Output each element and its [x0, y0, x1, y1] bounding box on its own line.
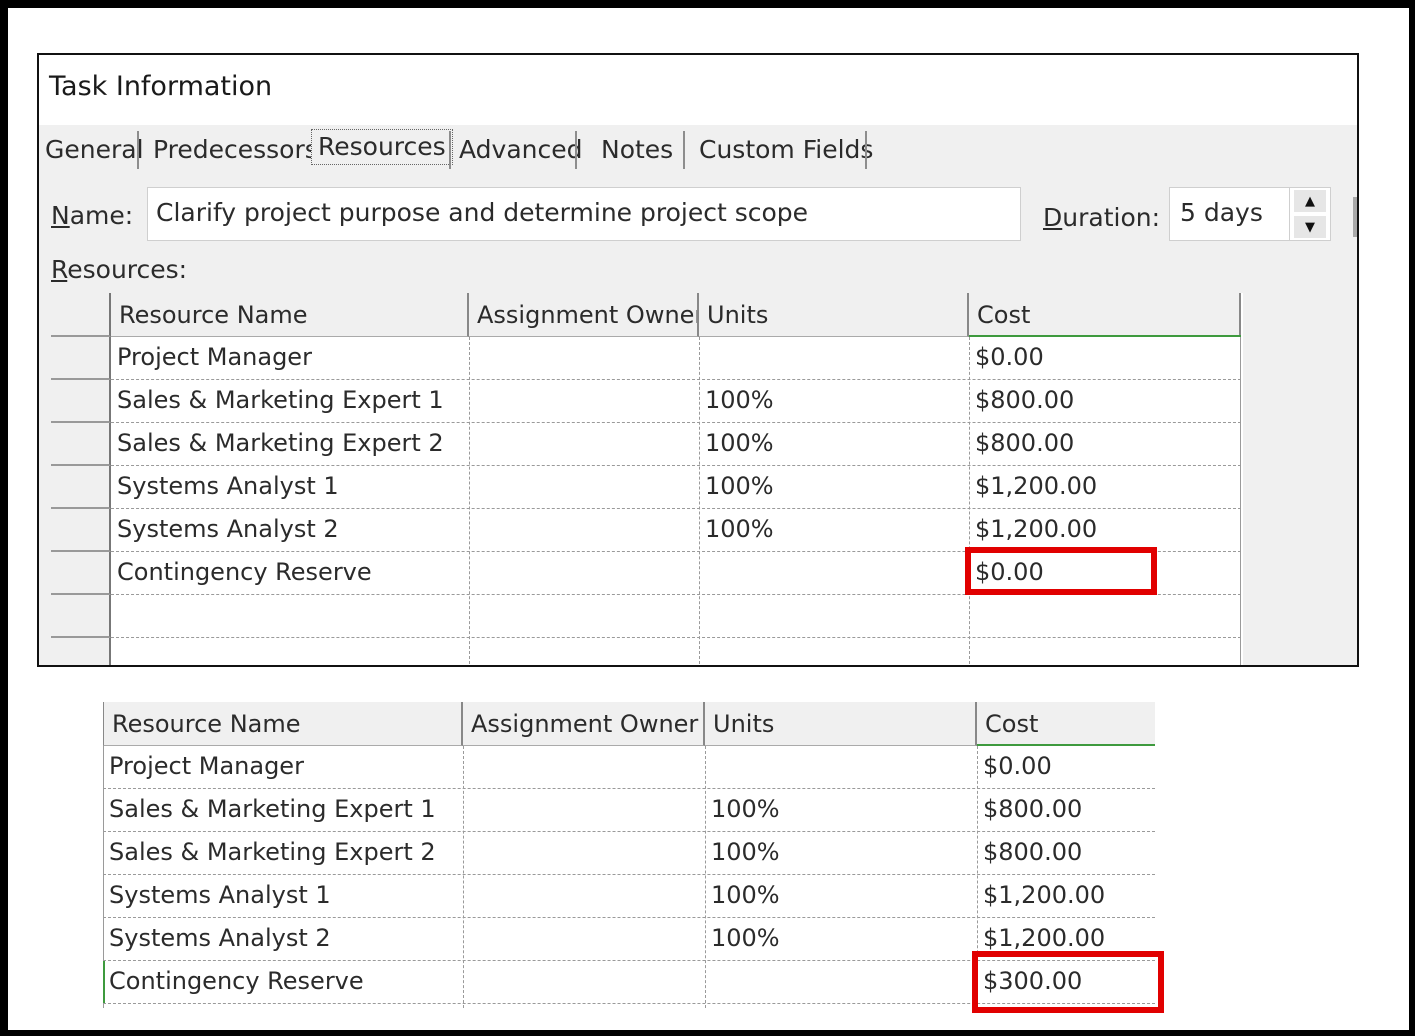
cell-cost[interactable]: $800.00: [979, 832, 1153, 874]
tab-separator: [449, 131, 451, 169]
row-header[interactable]: [51, 595, 111, 638]
column-divider: [463, 746, 464, 1008]
cell-units[interactable]: [707, 961, 975, 1003]
cell-units[interactable]: 100%: [707, 875, 975, 917]
column-divider: [469, 337, 470, 665]
cell-units[interactable]: [701, 552, 967, 594]
select-all-corner[interactable]: [51, 293, 111, 337]
highlight-box-cost-before: [965, 547, 1157, 595]
tab-resources[interactable]: Resources: [311, 129, 453, 165]
column-divider: [969, 337, 970, 665]
cell-units[interactable]: 100%: [707, 789, 975, 831]
cell-units[interactable]: 100%: [701, 509, 967, 551]
cell-resource-name[interactable]: Systems Analyst 1: [113, 466, 467, 508]
row-header[interactable]: [51, 509, 111, 552]
row-divider: [111, 637, 1241, 638]
column-header-cost[interactable]: Cost: [969, 293, 1241, 337]
task-name-input[interactable]: Clarify project purpose and determine pr…: [147, 187, 1021, 241]
column-divider: [699, 337, 700, 665]
cell-cost[interactable]: $0.00: [971, 337, 1239, 379]
column-header-assignment-owner[interactable]: Assignment Owner: [463, 702, 705, 746]
resources-grid-after: Resource Name Assignment Owner Units Cos…: [103, 702, 1164, 1013]
tab-predecessors[interactable]: Predecessors: [153, 131, 318, 169]
cell-units[interactable]: 100%: [707, 832, 975, 874]
cell-cost[interactable]: $800.00: [971, 423, 1239, 465]
column-header-resource-name[interactable]: Resource Name: [111, 293, 469, 337]
tab-separator: [683, 131, 685, 169]
row-header[interactable]: [51, 337, 111, 380]
cell-resource-name[interactable]: Sales & Marketing Expert 2: [105, 832, 461, 874]
cell-units[interactable]: [707, 746, 975, 788]
cell-resource-name[interactable]: Systems Analyst 2: [113, 509, 467, 551]
resources-label-mnemonic: R: [51, 255, 68, 284]
duration-label-mnemonic: D: [1043, 203, 1063, 232]
tab-custom-fields[interactable]: Custom Fields: [699, 131, 873, 169]
spin-down-icon[interactable]: ▼: [1294, 216, 1326, 238]
cell-resource-name[interactable]: Sales & Marketing Expert 2: [113, 423, 467, 465]
column-divider: [705, 746, 706, 1008]
row-header[interactable]: [51, 466, 111, 509]
cell-units[interactable]: 100%: [707, 918, 975, 960]
dialog-body: General Predecessors Resources Advanced …: [39, 125, 1357, 665]
highlight-box-cost-after: [972, 951, 1164, 1013]
duration-label-text: uration:: [1062, 203, 1161, 232]
cell-resource-name[interactable]: Contingency Reserve: [113, 552, 467, 594]
cell-resource-name[interactable]: Contingency Reserve: [105, 961, 461, 1003]
spin-up-icon[interactable]: ▲: [1294, 190, 1326, 212]
column-header-cost[interactable]: Cost: [977, 702, 1155, 746]
duration-label: Duration:: [1043, 203, 1160, 232]
row-header[interactable]: [51, 423, 111, 466]
tab-advanced[interactable]: Advanced: [459, 131, 583, 169]
tab-separator: [575, 131, 577, 169]
cell-resource-name[interactable]: Sales & Marketing Expert 1: [113, 380, 467, 422]
cell-resource-name[interactable]: Project Manager: [113, 337, 467, 379]
column-divider: [1240, 337, 1241, 665]
column-header-units[interactable]: Units: [705, 702, 977, 746]
cell-resource-name[interactable]: Systems Analyst 2: [105, 918, 461, 960]
cell-units[interactable]: 100%: [701, 380, 967, 422]
duration-input[interactable]: 5 days: [1169, 187, 1289, 241]
column-header-units[interactable]: Units: [699, 293, 969, 337]
task-information-dialog: Task Information General Predecessors Re…: [37, 53, 1359, 667]
cell-cost[interactable]: $0.00: [979, 746, 1153, 788]
name-label-text: ame:: [69, 201, 134, 230]
name-label-mnemonic: N: [51, 201, 70, 230]
cell-resource-name[interactable]: Systems Analyst 1: [105, 875, 461, 917]
cell-cost[interactable]: $800.00: [971, 380, 1239, 422]
cropped-control-edge: [1353, 197, 1357, 237]
column-header-resource-name[interactable]: Resource Name: [103, 702, 463, 746]
resources-label: Resources:: [51, 255, 187, 284]
tab-separator: [865, 131, 867, 169]
tab-separator: [137, 131, 139, 169]
cell-units[interactable]: [701, 337, 967, 379]
tab-notes[interactable]: Notes: [601, 131, 673, 169]
row-header[interactable]: [51, 380, 111, 423]
resources-grid-before: Resource Name Assignment Owner Units Cos…: [51, 293, 1243, 665]
tab-general[interactable]: General: [45, 131, 144, 169]
name-label: Name:: [51, 201, 133, 230]
cell-cost[interactable]: $1,200.00: [979, 875, 1153, 917]
row-header[interactable]: [51, 552, 111, 595]
dialog-title: Task Information: [49, 71, 273, 102]
cell-units[interactable]: 100%: [701, 466, 967, 508]
cell-cost[interactable]: $1,200.00: [971, 509, 1239, 551]
cell-cost[interactable]: $1,200.00: [971, 466, 1239, 508]
column-header-assignment-owner[interactable]: Assignment Owner: [469, 293, 699, 337]
cell-cost[interactable]: $800.00: [979, 789, 1153, 831]
resources-label-text: esources:: [67, 255, 188, 284]
cell-units[interactable]: 100%: [701, 423, 967, 465]
row-header[interactable]: [51, 638, 111, 665]
tab-strip: General Predecessors Resources Advanced …: [39, 125, 1357, 175]
cell-resource-name[interactable]: Project Manager: [105, 746, 461, 788]
duration-spinner: ▲ ▼: [1289, 187, 1331, 241]
cell-resource-name[interactable]: Sales & Marketing Expert 1: [105, 789, 461, 831]
